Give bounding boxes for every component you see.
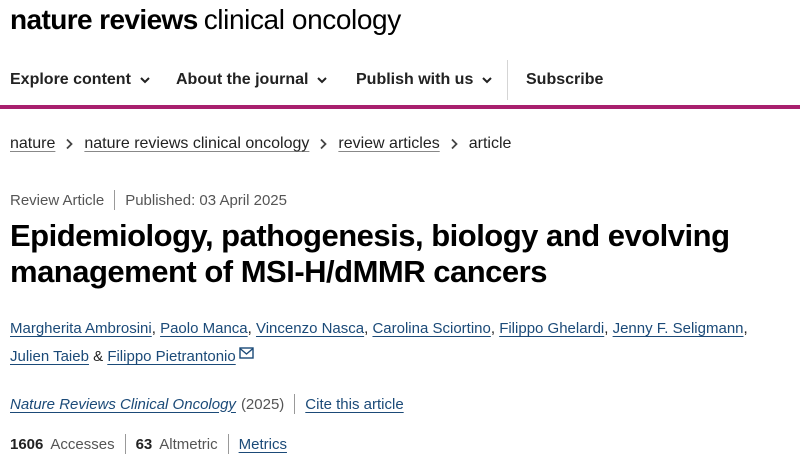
metrics-link[interactable]: Metrics: [239, 436, 287, 453]
article-meta: Review Article Published: 03 April 2025: [10, 189, 287, 211]
accesses-label: Accesses: [50, 435, 115, 453]
meta-divider: [124, 434, 126, 454]
nav-publish-with-us[interactable]: Publish with us: [356, 68, 493, 92]
journal-citation-line: Nature Reviews Clinical Oncology (2025) …: [10, 393, 404, 415]
author-link[interactable]: Jenny F. Seligmann: [613, 320, 744, 337]
chevron-right-icon: [320, 138, 328, 150]
journal-link[interactable]: Nature Reviews Clinical Oncology: [10, 396, 236, 413]
author-link[interactable]: Vincenzo Nasca: [256, 320, 364, 337]
masthead-light: clinical oncology: [203, 4, 401, 35]
author-link[interactable]: Julien Taieb: [10, 348, 89, 365]
nav-subscribe[interactable]: Subscribe: [526, 68, 603, 92]
breadcrumb-review-articles[interactable]: review articles: [338, 135, 439, 153]
published-date: Published: 03 April 2025: [125, 191, 287, 209]
article-type: Review Article: [10, 191, 105, 209]
journal-masthead[interactable]: nature reviews clinical oncology: [10, 4, 401, 44]
accesses-count: 1606: [10, 435, 44, 453]
accent-rule: [0, 105, 800, 109]
breadcrumb-current: article: [468, 135, 512, 152]
meta-divider: [294, 394, 296, 414]
mail-icon[interactable]: [239, 347, 254, 359]
nav-subscribe-label: Subscribe: [526, 71, 604, 88]
author-link[interactable]: Carolina Sciortino: [372, 320, 490, 337]
nav-explore-content[interactable]: Explore content: [10, 68, 151, 92]
article-title: Epidemiology, pathogenesis, biology and …: [10, 218, 730, 289]
author-link[interactable]: Paolo Manca: [160, 320, 248, 337]
publication-year: (2025): [240, 395, 285, 413]
chevron-down-icon: [482, 77, 493, 84]
author-link[interactable]: Filippo Pietrantonio: [107, 348, 235, 365]
nav-about-journal[interactable]: About the journal: [176, 68, 328, 92]
author-link[interactable]: Margherita Ambrosini: [10, 320, 152, 337]
nav-explore-content-label: Explore content: [10, 71, 131, 88]
chevron-right-icon: [451, 138, 458, 150]
masthead-bold: nature reviews: [10, 4, 198, 35]
breadcrumb-nature[interactable]: nature: [10, 135, 55, 153]
main-nav: Explore content About the journal Publis…: [0, 55, 800, 105]
altmetric-label: Altmetric: [159, 435, 218, 453]
breadcrumb-journal[interactable]: nature reviews clinical oncology: [84, 135, 309, 153]
chevron-down-icon: [317, 77, 328, 84]
chevron-right-icon: [66, 138, 74, 150]
nav-about-journal-label: About the journal: [176, 71, 309, 88]
meta-divider: [114, 190, 116, 210]
nav-publish-label: Publish with us: [356, 71, 474, 88]
chevron-down-icon: [140, 77, 150, 84]
author-link[interactable]: Filippo Ghelardi: [499, 320, 604, 337]
meta-divider: [227, 434, 229, 454]
breadcrumb: nature nature reviews clinical oncology …: [10, 133, 511, 155]
cite-this-article-link[interactable]: Cite this article: [305, 396, 403, 413]
article-metrics: 1606 Accesses 63 Altmetric Metrics: [10, 433, 287, 455]
altmetric-count: 63: [135, 435, 153, 453]
author-list: Margherita Ambrosini, Paolo Manca, Vince…: [10, 320, 748, 365]
author-ampersand: &: [93, 348, 104, 365]
nav-divider: [507, 60, 508, 100]
